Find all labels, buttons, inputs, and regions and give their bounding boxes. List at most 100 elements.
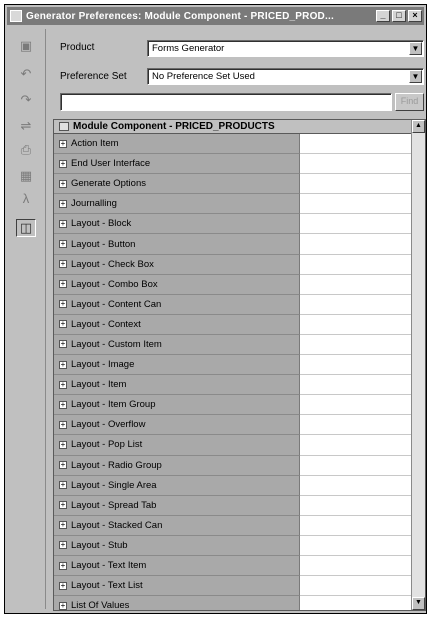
properties-icon[interactable]: ◫ [16,219,36,237]
property-category[interactable]: + List Of Values [54,596,300,610]
property-category[interactable]: + Layout - Stacked Can [54,515,300,536]
grid-row[interactable]: + Layout - Spread Tab [54,495,412,516]
property-value-cell[interactable] [300,555,412,577]
expand-icon[interactable]: + [59,581,67,590]
property-category[interactable]: + Layout - Image [54,355,300,376]
property-value-cell[interactable] [300,174,412,195]
property-category[interactable]: + Layout - Button [54,234,300,255]
filter-icon[interactable]: ⇌ [16,117,36,135]
property-category[interactable]: + Generate Options [54,174,300,195]
property-value-cell[interactable] [300,495,412,516]
property-value-cell[interactable] [300,314,412,335]
grid-row[interactable]: + Layout - Custom Item [54,334,412,356]
grid-row[interactable]: + Journalling [54,194,412,215]
grid-row[interactable]: + Layout - Item Group [54,395,412,416]
property-category[interactable]: + Layout - Context [54,314,300,335]
property-value-cell[interactable] [300,234,412,255]
search-input[interactable] [60,93,392,111]
property-value-cell[interactable] [300,375,412,396]
expand-icon[interactable]: + [59,300,67,309]
expand-icon[interactable]: + [59,501,67,510]
grid-row[interactable]: + End User Interface [54,154,412,175]
title-bar[interactable]: Generator Preferences: Module Component … [7,7,424,25]
grid-row[interactable]: + Layout - Overflow [54,415,412,436]
property-value-cell[interactable] [300,395,412,416]
redo-icon[interactable]: ↷ [16,91,36,109]
property-value-cell[interactable] [300,274,412,295]
close-button[interactable]: × [408,10,422,22]
expand-icon[interactable]: + [59,461,67,470]
property-category[interactable]: + Layout - Block [54,214,300,235]
property-category[interactable]: + Layout - Combo Box [54,274,300,295]
property-value-cell[interactable] [300,214,412,235]
expand-icon[interactable]: + [59,179,67,188]
expand-icon[interactable]: + [59,260,67,269]
grid-row[interactable]: + Layout - Item [54,375,412,396]
expand-icon[interactable]: + [59,440,67,449]
preference-set-select[interactable]: No Preference Set Used ▼ [147,68,424,85]
expand-icon[interactable]: + [59,420,67,429]
property-category[interactable]: + End User Interface [54,154,300,175]
grid-row[interactable]: + Layout - Single Area [54,475,412,496]
expand-icon[interactable]: + [59,541,67,550]
product-select[interactable]: Forms Generator ▼ [147,40,424,57]
property-category[interactable]: + Layout - Custom Item [54,334,300,356]
grid-row[interactable]: + Layout - Text List [54,576,412,597]
expand-icon[interactable]: + [59,561,67,570]
expand-icon[interactable]: + [59,601,67,610]
property-category[interactable]: + Layout - Item [54,375,300,396]
grid-row[interactable]: + Layout - Check Box [54,254,412,275]
property-category[interactable]: + Action Item [54,134,300,155]
property-category[interactable]: + Layout - Pop List [54,435,300,456]
expand-icon[interactable]: + [59,199,67,208]
property-category[interactable]: + Layout - Single Area [54,475,300,496]
vertical-scrollbar[interactable]: ▲ ▼ [411,120,425,610]
property-category[interactable]: + Journalling [54,194,300,215]
property-value-cell[interactable] [300,154,412,175]
property-category[interactable]: + Layout - Text List [54,576,300,597]
font-icon[interactable]: λ [16,189,36,207]
expand-icon[interactable]: + [59,219,67,228]
chevron-down-icon[interactable]: ▼ [409,70,422,83]
expand-icon[interactable]: + [59,159,67,168]
property-value-cell[interactable] [300,254,412,275]
expand-icon[interactable]: + [59,280,67,289]
property-category[interactable]: + Layout - Spread Tab [54,495,300,516]
grid-row[interactable]: + Layout - Button [54,234,412,255]
expand-icon[interactable]: + [59,360,67,369]
grid-row[interactable]: + Layout - Radio Group [54,455,412,476]
expand-icon[interactable]: + [59,139,67,148]
grid-row[interactable]: + Layout - Content Can [54,294,412,315]
grid-row[interactable]: + List Of Values [54,596,412,610]
property-value-cell[interactable] [300,455,412,476]
grid-row[interactable]: + Generate Options [54,174,412,195]
undo-icon[interactable]: ↶ [16,65,36,83]
expand-icon[interactable]: + [59,340,67,349]
property-value-cell[interactable] [300,576,412,597]
minimize-button[interactable]: _ [376,10,390,22]
expand-icon[interactable]: + [59,320,67,329]
scroll-up-button[interactable]: ▲ [412,120,425,133]
property-value-cell[interactable] [300,194,412,215]
grid-row[interactable]: + Layout - Text Item [54,555,412,577]
chevron-down-icon[interactable]: ▼ [409,42,422,55]
property-category[interactable]: + Layout - Content Can [54,294,300,315]
grid-row[interactable]: + Layout - Stacked Can [54,515,412,536]
property-category[interactable]: + Layout - Stub [54,535,300,556]
property-value-cell[interactable] [300,535,412,556]
expand-icon[interactable]: + [59,400,67,409]
grid-row[interactable]: + Layout - Image [54,355,412,376]
expand-icon[interactable]: + [59,240,67,249]
grid-row[interactable]: + Layout - Context [54,314,412,335]
property-category[interactable]: + Layout - Text Item [54,555,300,577]
grid-row[interactable]: + Layout - Combo Box [54,274,412,295]
property-category[interactable]: + Layout - Item Group [54,395,300,416]
grid-row[interactable]: + Layout - Pop List [54,435,412,456]
save-icon[interactable]: ▣ [16,37,36,55]
expand-icon[interactable]: + [59,380,67,389]
property-value-cell[interactable] [300,435,412,456]
property-category[interactable]: + Layout - Radio Group [54,455,300,476]
print-icon[interactable]: ⎙ [16,141,36,159]
property-value-cell[interactable] [300,596,412,610]
grid-row[interactable]: + Layout - Stub [54,535,412,556]
